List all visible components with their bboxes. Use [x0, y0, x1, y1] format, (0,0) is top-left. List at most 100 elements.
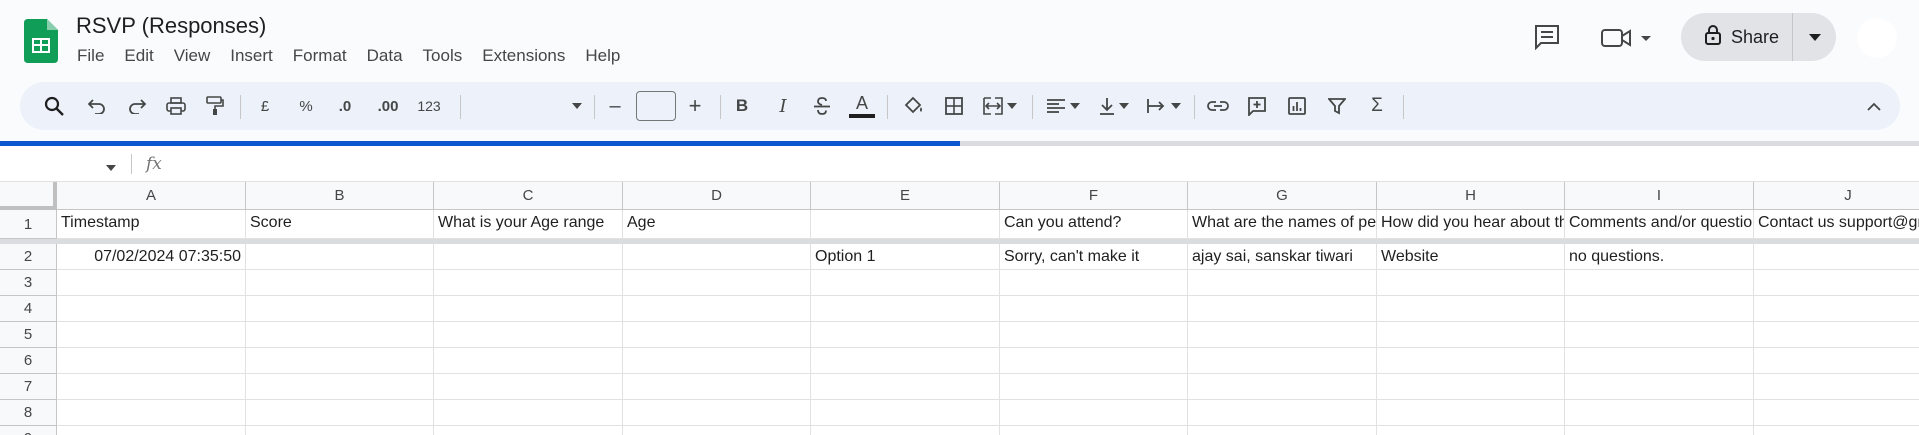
filter-icon[interactable] [1320, 82, 1354, 130]
cell-d3[interactable] [623, 270, 811, 296]
menu-help[interactable]: Help [585, 46, 620, 66]
increase-decimal-button[interactable]: .00 [369, 82, 407, 130]
cell-f1[interactable]: Can you attend? [1000, 210, 1188, 239]
name-box[interactable] [0, 146, 100, 181]
cell-i2[interactable]: no questions. [1565, 244, 1754, 270]
cell-j4[interactable] [1754, 296, 1919, 322]
cell-a3[interactable] [57, 270, 246, 296]
cell-h7[interactable] [1377, 374, 1565, 400]
cell-g1[interactable]: What are the names of people you are bri… [1188, 210, 1377, 239]
column-header-f[interactable]: F [1000, 182, 1188, 210]
menu-edit[interactable]: Edit [124, 46, 153, 66]
cell-i9[interactable] [1565, 426, 1754, 435]
sheets-logo-icon[interactable] [24, 19, 58, 63]
cell-j1[interactable]: Contact us support@gmail.com [1754, 210, 1919, 239]
row-header-4[interactable]: 4 [0, 296, 57, 322]
cell-i1[interactable]: Comments and/or questions [1565, 210, 1754, 239]
share-main-button[interactable]: Share [1681, 13, 1793, 61]
undo-icon[interactable] [83, 82, 111, 130]
italic-button[interactable]: I [766, 82, 800, 130]
cell-e7[interactable] [811, 374, 1000, 400]
insert-comment-icon[interactable] [1240, 82, 1274, 130]
menu-format[interactable]: Format [293, 46, 347, 66]
cell-d2[interactable] [623, 244, 811, 270]
cell-a7[interactable] [57, 374, 246, 400]
menu-data[interactable]: Data [367, 46, 403, 66]
cell-a1[interactable]: Timestamp [57, 210, 246, 239]
cell-c7[interactable] [434, 374, 623, 400]
cell-j5[interactable] [1754, 322, 1919, 348]
cell-c8[interactable] [434, 400, 623, 426]
cell-d7[interactable] [623, 374, 811, 400]
cell-i8[interactable] [1565, 400, 1754, 426]
cell-j7[interactable] [1754, 374, 1919, 400]
cell-h8[interactable] [1377, 400, 1565, 426]
cell-j6[interactable] [1754, 348, 1919, 374]
column-header-i[interactable]: I [1565, 182, 1754, 210]
name-box-dropdown-icon[interactable] [106, 158, 116, 176]
cell-g7[interactable] [1188, 374, 1377, 400]
cell-h1[interactable]: How did you hear about this event? [1377, 210, 1565, 239]
insert-chart-icon[interactable] [1280, 82, 1314, 130]
font-size-input[interactable] [636, 91, 676, 121]
cell-h2[interactable]: Website [1377, 244, 1565, 270]
cell-d8[interactable] [623, 400, 811, 426]
cell-b3[interactable] [246, 270, 434, 296]
cell-d9[interactable] [623, 426, 811, 435]
cell-i4[interactable] [1565, 296, 1754, 322]
cell-b2[interactable] [246, 244, 434, 270]
cell-g9[interactable] [1188, 426, 1377, 435]
share-button[interactable]: Share [1681, 13, 1836, 61]
cell-b6[interactable] [246, 348, 434, 374]
cell-c9[interactable] [434, 426, 623, 435]
cell-f3[interactable] [1000, 270, 1188, 296]
menu-extensions[interactable]: Extensions [482, 46, 565, 66]
format-percent-button[interactable]: % [291, 82, 321, 130]
column-header-b[interactable]: B [246, 182, 434, 210]
cell-b9[interactable] [246, 426, 434, 435]
cell-f5[interactable] [1000, 322, 1188, 348]
row-header-3[interactable]: 3 [0, 270, 57, 296]
cell-a9[interactable] [57, 426, 246, 435]
font-family-select[interactable] [470, 82, 590, 130]
column-header-h[interactable]: H [1377, 182, 1565, 210]
document-title[interactable]: RSVP (Responses) [76, 13, 266, 39]
cell-f2[interactable]: Sorry, can't make it [1000, 244, 1188, 270]
decrease-decimal-button[interactable]: .0 [328, 82, 362, 130]
row-header-8[interactable]: 8 [0, 400, 57, 426]
cell-f8[interactable] [1000, 400, 1188, 426]
cell-c1[interactable]: What is your Age range [434, 210, 623, 239]
cell-a6[interactable] [57, 348, 246, 374]
cell-e9[interactable] [811, 426, 1000, 435]
decrease-font-size-button[interactable]: – [600, 82, 630, 130]
number-format-button[interactable]: 123 [409, 82, 449, 130]
cell-e6[interactable] [811, 348, 1000, 374]
cell-f7[interactable] [1000, 374, 1188, 400]
functions-button[interactable]: Σ [1360, 82, 1394, 130]
cell-b7[interactable] [246, 374, 434, 400]
menu-view[interactable]: View [174, 46, 211, 66]
column-header-g[interactable]: G [1188, 182, 1377, 210]
cell-g5[interactable] [1188, 322, 1377, 348]
cell-g4[interactable] [1188, 296, 1377, 322]
cell-e4[interactable] [811, 296, 1000, 322]
merge-cells-icon[interactable] [975, 82, 1025, 130]
cell-c6[interactable] [434, 348, 623, 374]
search-menus-icon[interactable] [40, 82, 68, 130]
text-wrapping-icon[interactable] [1140, 82, 1188, 130]
increase-font-size-button[interactable]: + [680, 82, 710, 130]
cell-i5[interactable] [1565, 322, 1754, 348]
menu-tools[interactable]: Tools [423, 46, 463, 66]
menu-file[interactable]: File [77, 46, 104, 66]
cell-c2[interactable] [434, 244, 623, 270]
paint-format-icon[interactable] [201, 82, 229, 130]
column-header-e[interactable]: E [811, 182, 1000, 210]
cell-f4[interactable] [1000, 296, 1188, 322]
cell-g8[interactable] [1188, 400, 1377, 426]
vertical-align-icon[interactable] [1092, 82, 1136, 130]
cell-a5[interactable] [57, 322, 246, 348]
cell-d6[interactable] [623, 348, 811, 374]
cell-b4[interactable] [246, 296, 434, 322]
cell-g2[interactable]: ajay sai, sanskar tiwari [1188, 244, 1377, 270]
cell-h6[interactable] [1377, 348, 1565, 374]
